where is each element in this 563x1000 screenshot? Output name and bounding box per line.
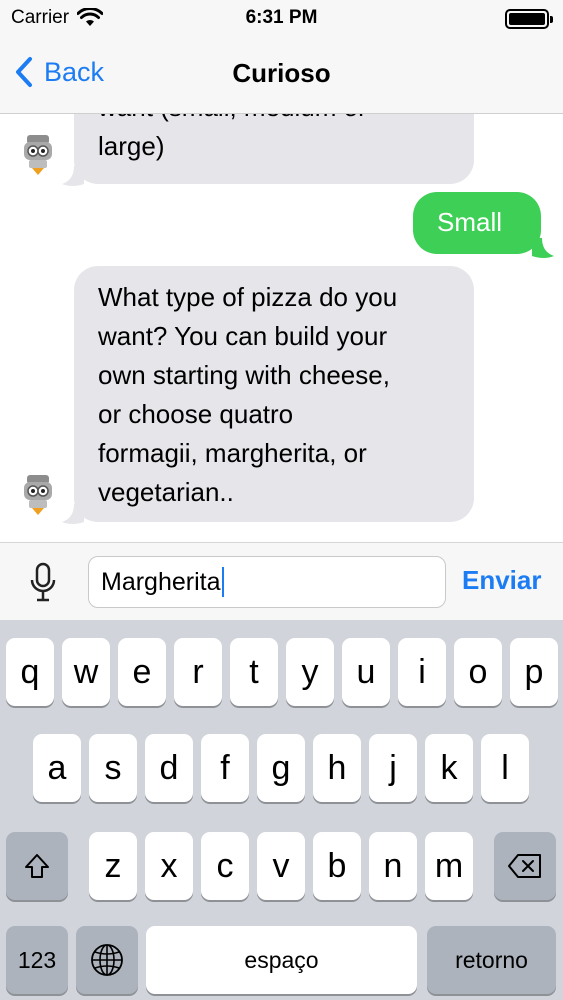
key-r[interactable]: r [174,638,222,706]
page-title: Curioso [232,58,331,88]
send-button[interactable]: Enviar [462,565,542,596]
message-line: own starting with cheese, [98,360,390,390]
key-k[interactable]: k [425,734,473,802]
message-line: want? You can build your [98,321,388,351]
battery-tip [550,16,553,23]
delete-key[interactable] [494,832,556,900]
message-line: formagii, margherita, or [98,438,367,468]
bot-message: What type of pizza do you want? You can … [74,266,474,522]
status-bar: Carrier 6:31 PM [0,0,563,38]
key-t[interactable]: t [230,638,278,706]
key-l[interactable]: l [481,734,529,802]
key-e[interactable]: e [118,638,166,706]
shift-key[interactable] [6,832,68,900]
bubble-tail [62,504,84,524]
message-input-bar: Margherita Enviar [0,542,563,620]
key-y[interactable]: y [286,638,334,706]
chat-transcript[interactable]: want (small, medium or large) Small What… [0,114,563,542]
key-q[interactable]: q [6,638,54,706]
key-u[interactable]: u [342,638,390,706]
space-key[interactable]: espaço [146,926,417,994]
battery-level [509,13,545,25]
key-n[interactable]: n [369,832,417,900]
bot-message: want (small, medium or large) [74,114,474,184]
key-g[interactable]: g [257,734,305,802]
shift-icon [25,854,49,878]
globe-key[interactable] [76,926,138,994]
key-z[interactable]: z [89,832,137,900]
key-o[interactable]: o [454,638,502,706]
message-line: or choose quatro [98,399,294,429]
battery-icon [505,9,553,29]
key-i[interactable]: i [398,638,446,706]
key-c[interactable]: c [201,832,249,900]
return-key[interactable]: retorno [427,926,556,994]
key-j[interactable]: j [369,734,417,802]
globe-icon [91,944,123,976]
delete-icon [508,854,541,878]
key-b[interactable]: b [313,832,361,900]
key-v[interactable]: v [257,832,305,900]
key-f[interactable]: f [201,734,249,802]
robot-avatar-icon [24,135,52,175]
bubble-tail [532,238,554,258]
key-m[interactable]: m [425,832,473,900]
message-line: Small [437,207,503,237]
key-h[interactable]: h [313,734,361,802]
navigation-bar: Back Curioso [0,38,563,114]
message-line: want (small, medium or [98,114,450,127]
key-d[interactable]: d [145,734,193,802]
status-time: 6:31 PM [245,7,318,28]
message-line: vegetarian.. [98,477,234,507]
message-line: large) [98,131,165,161]
key-a[interactable]: a [33,734,81,802]
key-x[interactable]: x [145,832,193,900]
message-line: What type of pizza do you [98,282,398,312]
keyboard: q w e r t y u i o p a s d f g h j k l z … [0,620,563,1000]
key-p[interactable]: p [510,638,558,706]
key-w[interactable]: w [62,638,110,706]
key-s[interactable]: s [89,734,137,802]
user-message: Small [413,192,541,254]
robot-avatar-icon [24,475,52,515]
message-input-value: Margherita [101,567,221,596]
message-input[interactable]: Margherita [88,556,446,608]
bubble-tail [62,166,84,186]
microphone-icon[interactable] [28,562,58,604]
numbers-key[interactable]: 123 [6,926,68,994]
text-caret [221,567,224,597]
